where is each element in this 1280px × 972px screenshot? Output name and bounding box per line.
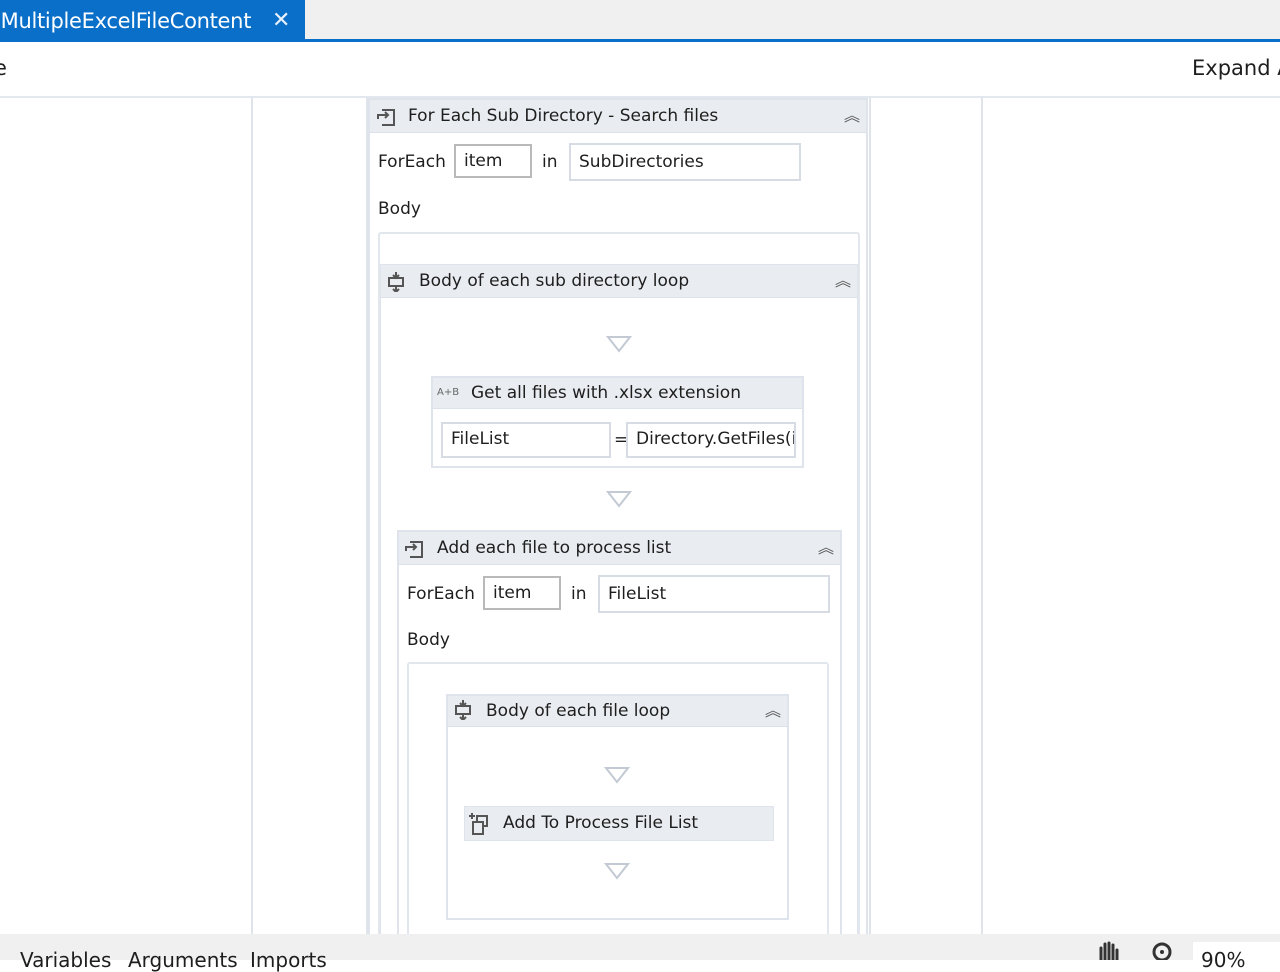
foreach-collection-input[interactable]: SubDirectories — [569, 143, 801, 181]
drop-target-icon[interactable] — [606, 335, 632, 353]
container-border-right — [981, 98, 983, 934]
foreach-item-input[interactable]: item — [454, 144, 532, 178]
foreach-icon — [403, 538, 425, 558]
designer-toolbar: e Expand A — [0, 42, 1280, 98]
activity-title: Add each file to process list — [437, 538, 672, 558]
body-label: Body — [378, 199, 421, 219]
tab-title: eMultipleExcelFileContent — [0, 9, 252, 33]
designer-canvas[interactable]: For Each Sub Directory - Search files ︽ … — [0, 98, 1280, 934]
foreach-file-activity[interactable]: Add each file to process list ︽ ForEach … — [397, 530, 842, 934]
collapse-icon[interactable]: ︽ — [835, 265, 851, 297]
collapse-icon[interactable]: ︽ — [844, 100, 860, 132]
add-to-collection-icon — [469, 813, 493, 835]
container-border — [869, 98, 871, 934]
document-tab-bar: eMultipleExcelFileContent ✕ — [0, 0, 1280, 42]
activity-header[interactable]: Body of each file loop ︽ — [448, 696, 787, 727]
zoom-level-value: 90% — [1201, 948, 1246, 972]
activity-header[interactable]: Body of each sub directory loop ︽ — [381, 265, 857, 298]
assign-activity[interactable]: A+B Get all files with .xlsx extension F… — [431, 376, 804, 468]
activity-header[interactable]: For Each Sub Directory - Search files ︽ — [370, 100, 866, 133]
in-label: in — [542, 152, 558, 172]
drop-target-icon[interactable] — [604, 862, 630, 880]
sequence-icon — [385, 271, 407, 294]
foreach-icon — [375, 106, 397, 126]
assign-icon: A+B — [437, 387, 460, 398]
activity-title: Body of each sub directory loop — [419, 271, 690, 291]
activity-title: Body of each file loop — [486, 701, 671, 721]
collapse-icon[interactable]: ︽ — [818, 532, 834, 564]
container-border-left — [251, 98, 253, 934]
file-loop-sequence[interactable]: Body of each file loop ︽ Add To Process … — [446, 694, 789, 920]
assign-to-input[interactable]: FileList — [441, 422, 611, 458]
foreach-item-input[interactable]: item — [483, 576, 561, 610]
foreach-label: ForEach — [407, 584, 475, 604]
arguments-tab[interactable]: Arguments — [128, 948, 238, 972]
imports-tab[interactable]: Imports — [250, 948, 327, 972]
zoom-level-field[interactable]: 90% — [1193, 942, 1280, 972]
activity-title: Get all files with .xlsx extension — [471, 383, 741, 403]
sequence-icon — [452, 700, 474, 722]
variables-tab[interactable]: Variables — [20, 948, 111, 972]
assign-value-input[interactable]: Directory.GetFiles(i — [626, 422, 796, 458]
zoom-magnifier-icon[interactable] — [1150, 940, 1176, 962]
designer-statusbar: Variables Arguments Imports 90% — [0, 934, 1280, 972]
breadcrumb[interactable]: e — [0, 56, 7, 80]
foreach-body-dropzone[interactable]: Body of each sub directory loop ︽ A+B Ge… — [378, 232, 860, 934]
body-label: Body — [407, 630, 450, 650]
collapse-icon[interactable]: ︽ — [765, 696, 781, 726]
activity-header[interactable]: A+B Get all files with .xlsx extension — [433, 378, 802, 409]
foreach-label: ForEach — [378, 152, 446, 172]
close-icon[interactable]: ✕ — [272, 0, 290, 40]
add-to-process-file-list-activity[interactable]: Add To Process File List — [464, 806, 774, 841]
pan-hand-icon[interactable] — [1096, 940, 1122, 962]
drop-target-icon[interactable] — [604, 766, 630, 784]
foreach-body-dropzone[interactable]: Body of each file loop ︽ Add To Process … — [407, 662, 829, 934]
expand-all-button[interactable]: Expand A — [1192, 56, 1280, 80]
activity-title: For Each Sub Directory - Search files — [408, 106, 719, 126]
tab-workflow[interactable]: eMultipleExcelFileContent ✕ — [0, 0, 305, 40]
activity-header[interactable]: Add each file to process list ︽ — [399, 532, 840, 565]
in-label: in — [571, 584, 587, 604]
activity-title: Add To Process File List — [503, 813, 699, 833]
foreach-sub-directory-activity[interactable]: For Each Sub Directory - Search files ︽ … — [368, 98, 868, 934]
sub-directory-sequence[interactable]: Body of each sub directory loop ︽ A+B Ge… — [380, 264, 858, 934]
foreach-collection-input[interactable]: FileList — [598, 575, 830, 613]
drop-target-icon[interactable] — [606, 490, 632, 508]
